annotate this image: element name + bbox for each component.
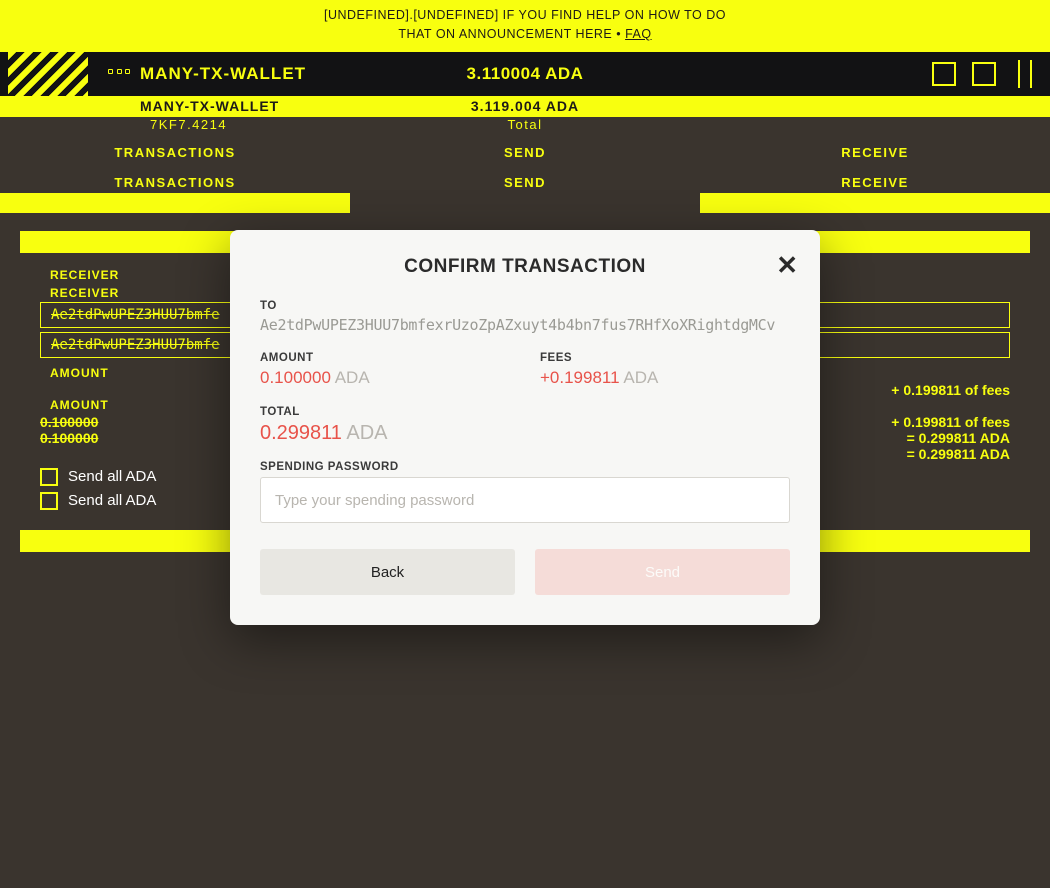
send-button[interactable]: Send	[535, 549, 790, 595]
back-button[interactable]: Back	[260, 549, 515, 595]
confirm-transaction-modal: ✕ CONFIRM TRANSACTION TO Ae2tdPwUPEZ3HUU…	[230, 230, 820, 625]
total-value: 0.299811 ADA	[260, 422, 790, 445]
to-value: Ae2tdPwUPEZ3HUU7bmfexrUzoZpAZxuyt4b4bn7f…	[260, 316, 790, 334]
total-label: TOTAL	[260, 406, 790, 418]
fees-value: +0.199811 ADA	[540, 368, 790, 388]
spending-password-input[interactable]	[260, 477, 790, 523]
fees-label: FEES	[540, 352, 790, 364]
modal-overlay: ✕ CONFIRM TRANSACTION TO Ae2tdPwUPEZ3HUU…	[0, 0, 1050, 888]
modal-title: CONFIRM TRANSACTION	[260, 256, 790, 278]
amount-value-modal: 0.100000 ADA	[260, 368, 510, 388]
amount-label-modal: AMOUNT	[260, 352, 510, 364]
to-label: TO	[260, 300, 790, 312]
close-icon[interactable]: ✕	[776, 252, 798, 278]
spending-password-label: SPENDING PASSWORD	[260, 461, 790, 473]
